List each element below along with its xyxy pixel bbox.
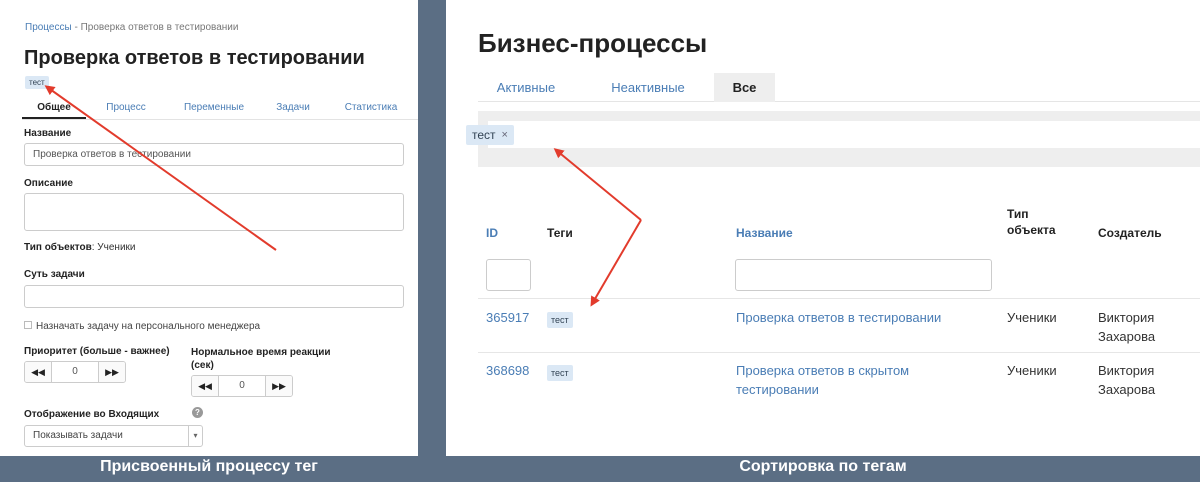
row-divider bbox=[478, 352, 1200, 353]
id-filter-input[interactable] bbox=[486, 259, 531, 291]
chevron-down-icon: ▾ bbox=[188, 426, 202, 446]
tag-filter-bar bbox=[478, 111, 1200, 167]
left-caption: Присвоенный процессу тег bbox=[100, 458, 318, 475]
tab-general[interactable]: Общее bbox=[22, 96, 86, 119]
fast-forward-icon[interactable]: ▶▶ bbox=[266, 376, 292, 396]
right-caption: Сортировка по тегам bbox=[739, 458, 907, 475]
breadcrumb-processes-link[interactable]: Процессы bbox=[25, 22, 72, 33]
priority-stepper: ◀◀ 0 ▶▶ bbox=[24, 361, 126, 383]
tab-all[interactable]: Все bbox=[714, 73, 775, 102]
filter-tabs: Активные Неактивные Все bbox=[478, 73, 1200, 102]
row-2-tag[interactable]: тест bbox=[547, 365, 573, 381]
row-2-object-type: Ученики bbox=[1007, 363, 1057, 378]
rewind-icon[interactable]: ◀◀ bbox=[192, 376, 218, 396]
name-label: Название bbox=[24, 128, 72, 139]
row-1-object-type: Ученики bbox=[1007, 310, 1057, 325]
tab-statistics[interactable]: Статистика bbox=[324, 96, 418, 119]
tab-inactive[interactable]: Неактивные bbox=[588, 73, 708, 102]
priority-value[interactable]: 0 bbox=[51, 362, 99, 382]
row-1-tag[interactable]: тест bbox=[547, 312, 573, 328]
settings-tabs: Общее Процесс Переменные Задачи Статисти… bbox=[22, 96, 418, 120]
reaction-time-label: Нормальное время реакции (сек) bbox=[191, 347, 331, 371]
object-type-info: Тип объектов: Ученики bbox=[24, 242, 135, 253]
task-essence-input[interactable] bbox=[24, 285, 404, 308]
column-header-id[interactable]: ID bbox=[486, 225, 498, 241]
name-input[interactable]: Проверка ответов в тестировании bbox=[24, 143, 404, 166]
page-title: Бизнес-процессы bbox=[478, 28, 708, 58]
object-type-label: Тип объектов bbox=[24, 242, 92, 253]
tag-filter-input[interactable] bbox=[488, 121, 1200, 148]
column-header-tags: Теги bbox=[547, 226, 573, 240]
row-1-name[interactable]: Проверка ответов в тестировании bbox=[736, 308, 976, 327]
name-filter-input[interactable] bbox=[735, 259, 992, 291]
task-essence-label: Суть задачи bbox=[24, 269, 85, 280]
close-icon[interactable]: × bbox=[502, 125, 508, 145]
row-1-creator: Виктория Захарова bbox=[1098, 310, 1156, 344]
process-tag[interactable]: тест bbox=[25, 76, 49, 89]
row-2-creator: Виктория Захарова bbox=[1098, 363, 1156, 397]
filter-tag-label: тест bbox=[472, 128, 496, 142]
fast-forward-icon[interactable]: ▶▶ bbox=[99, 362, 125, 382]
tab-active[interactable]: Активные bbox=[478, 73, 574, 102]
tab-variables[interactable]: Переменные bbox=[166, 96, 262, 119]
inbox-display-label: Отображение во Входящих bbox=[24, 409, 160, 420]
row-divider bbox=[478, 298, 1200, 299]
rewind-icon[interactable]: ◀◀ bbox=[25, 362, 51, 382]
help-icon[interactable]: ? bbox=[192, 407, 203, 418]
reaction-time-value[interactable]: 0 bbox=[218, 376, 266, 396]
filter-tag-chip[interactable]: тест × bbox=[466, 125, 514, 145]
priority-label: Приоритет (больше - важнее) bbox=[24, 346, 170, 357]
column-header-object-type: Тип объекта bbox=[1007, 207, 1056, 237]
description-label: Описание bbox=[24, 178, 73, 189]
column-header-name[interactable]: Название bbox=[736, 225, 793, 241]
object-type-value: : Ученики bbox=[91, 242, 136, 253]
assign-manager-label: Назначать задачу на персонального менедж… bbox=[36, 321, 261, 332]
row-2-name[interactable]: Проверка ответов в скрытом тестировании bbox=[736, 361, 936, 399]
tab-tasks[interactable]: Задачи bbox=[262, 96, 324, 119]
row-1-id[interactable]: 365917 bbox=[486, 308, 529, 327]
business-processes-panel: Бизнес-процессы Активные Неактивные Все … bbox=[446, 0, 1200, 456]
inbox-display-value: Показывать задачи bbox=[33, 430, 123, 441]
breadcrumb-current: Проверка ответов в тестировании bbox=[80, 22, 239, 33]
assign-manager-checkbox[interactable] bbox=[24, 321, 32, 329]
page-title: Проверка ответов в тестировании bbox=[24, 47, 365, 69]
column-header-creator: Создатель bbox=[1098, 226, 1162, 240]
reaction-time-stepper: ◀◀ 0 ▶▶ bbox=[191, 375, 293, 397]
breadcrumb: Процессы - Проверка ответов в тестирован… bbox=[25, 22, 238, 33]
row-2-id[interactable]: 368698 bbox=[486, 361, 529, 380]
tab-process[interactable]: Процесс bbox=[86, 96, 166, 119]
inbox-display-select[interactable]: Показывать задачи ▾ bbox=[24, 425, 203, 447]
description-textarea[interactable] bbox=[24, 193, 404, 231]
process-settings-panel: Процессы - Проверка ответов в тестирован… bbox=[0, 0, 418, 456]
